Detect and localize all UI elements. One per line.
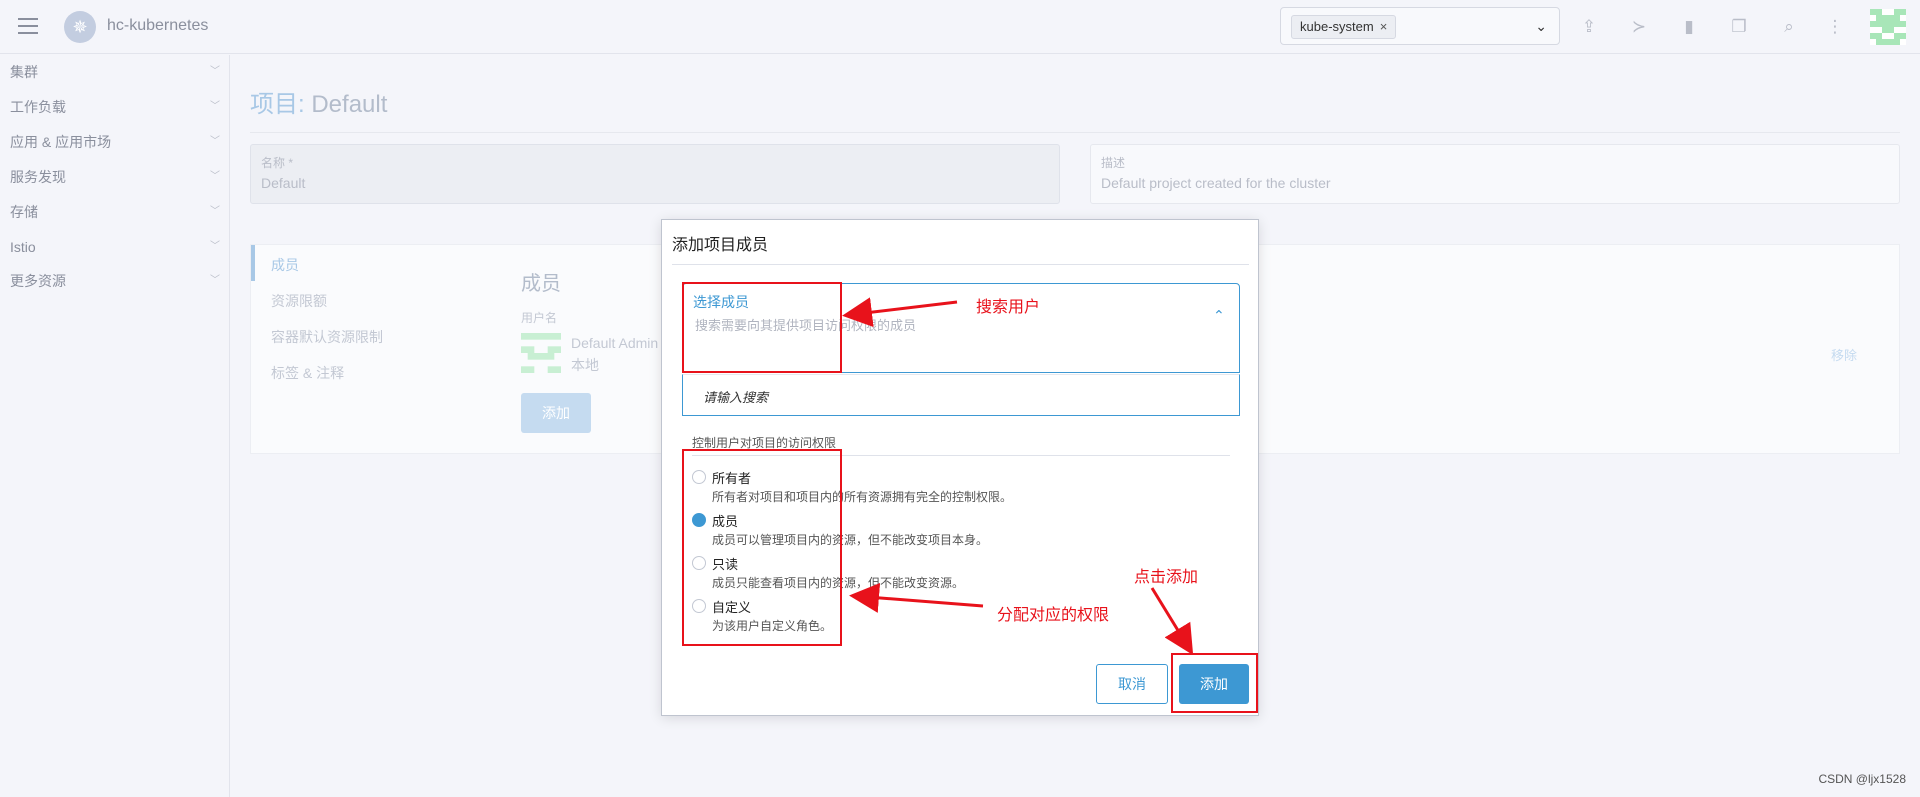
annotation-click-add: 点击添加	[1134, 569, 1199, 586]
chevron-down-icon: ﹀	[210, 171, 220, 182]
member-avatar	[521, 333, 561, 373]
sidebar-item-label: 应用 & 应用市场	[10, 134, 112, 150]
upload-icon[interactable]: ⇪	[1578, 16, 1600, 38]
kubernetes-logo-icon[interactable]: ✵	[64, 11, 96, 43]
annotation-assign-permission: 分配对应的权限	[997, 607, 1110, 624]
chevron-down-icon: ﹀	[210, 66, 220, 77]
page-title-prefix: 项目:	[250, 91, 305, 118]
tab-labels-annotations[interactable]: 标签 & 注释	[271, 363, 344, 383]
cancel-button[interactable]: 取消	[1096, 664, 1168, 704]
chevron-down-icon[interactable]: ⌄	[1535, 18, 1547, 35]
field-value: Default	[261, 175, 306, 191]
watermark: CSDN @ljx1528	[1818, 772, 1906, 786]
namespace-chip-label: kube-system	[1300, 19, 1374, 34]
member-search-dropdown[interactable]: 请输入搜索	[682, 374, 1240, 416]
page-title: 项目: Default	[250, 84, 387, 119]
divider	[250, 132, 1900, 133]
field-label: 描述	[1101, 156, 1126, 170]
username-column-label: 用户名	[521, 311, 558, 325]
namespace-select[interactable]: kube-system × ⌄	[1280, 7, 1560, 45]
page-title-name: Default	[311, 91, 388, 118]
members-heading: 成员	[521, 273, 561, 295]
sidebar-item-more-resources[interactable]: 更多资源 ﹀	[10, 269, 220, 293]
chevron-down-icon: ﹀	[210, 206, 220, 217]
namespace-chip-close-icon[interactable]: ×	[1380, 19, 1388, 34]
user-avatar[interactable]	[1870, 9, 1906, 45]
remove-member-link[interactable]: 移除	[1831, 345, 1857, 364]
chevron-down-icon: ﹀	[210, 241, 220, 252]
file-icon[interactable]: ▮	[1678, 16, 1700, 38]
namespace-chip: kube-system ×	[1291, 15, 1397, 39]
search-icon[interactable]: ⌕	[1778, 16, 1800, 38]
chevron-down-icon: ﹀	[210, 136, 220, 147]
member-name: Default Admin	[571, 335, 659, 351]
sidebar-item-label: 集群	[10, 64, 38, 80]
more-vertical-icon[interactable]: ⋮	[1824, 16, 1846, 38]
annotation-box-add-button	[1171, 653, 1258, 713]
annotation-search-user: 搜索用户	[976, 299, 1041, 316]
sidebar-item-label: 存储	[10, 204, 38, 220]
top-header: ✵ hc-kubernetes kube-system × ⌄ ⇪ ≻ ▮ ❐ ⌕…	[0, 0, 1920, 54]
annotation-box-permissions	[682, 449, 842, 646]
tab-resource-quota[interactable]: 资源限额	[271, 291, 327, 311]
sidebar-item-storage[interactable]: 存储 ﹀	[10, 200, 220, 224]
sidebar: 集群 ﹀ 工作负载 ﹀ 应用 & 应用市场 ﹀ 服务发现 ﹀ 存储 ﹀ Istio ﹀ 更多…	[0, 55, 230, 797]
sidebar-item-apps[interactable]: 应用 & 应用市场 ﹀	[10, 130, 220, 154]
sidebar-item-label: 服务发现	[10, 169, 66, 185]
sidebar-item-label: 工作负载	[10, 99, 66, 115]
annotation-box-select-member	[682, 282, 842, 373]
tab-members[interactable]: 成员	[271, 255, 299, 275]
field-label: 名称 *	[261, 156, 294, 170]
copy-icon[interactable]: ❐	[1728, 16, 1750, 38]
chevron-down-icon: ﹀	[210, 101, 220, 112]
dropdown-hint: 请输入搜索	[703, 390, 769, 405]
divider	[672, 264, 1249, 265]
sidebar-item-cluster[interactable]: 集群 ﹀	[10, 60, 220, 84]
add-member-button[interactable]: 添加	[521, 393, 591, 433]
terminal-icon[interactable]: ≻	[1628, 16, 1650, 38]
cluster-name[interactable]: hc-kubernetes	[107, 17, 208, 35]
sidebar-item-label: Istio	[10, 239, 36, 255]
sidebar-item-workloads[interactable]: 工作负载 ﹀	[10, 95, 220, 119]
chevron-down-icon: ﹀	[210, 275, 220, 286]
sidebar-item-label: 更多资源	[10, 273, 66, 289]
member-source: 本地	[571, 357, 599, 373]
project-name-field[interactable]: 名称 * Default	[250, 144, 1060, 204]
active-tab-indicator	[251, 245, 255, 281]
chevron-up-icon[interactable]: ⌄	[1213, 306, 1225, 323]
tab-container-default-limits[interactable]: 容器默认资源限制	[271, 327, 383, 347]
sidebar-item-service-discovery[interactable]: 服务发现 ﹀	[10, 165, 220, 189]
project-description-field[interactable]: 描述 Default project created for the clust…	[1090, 144, 1900, 204]
sidebar-item-istio[interactable]: Istio ﹀	[10, 235, 220, 259]
menu-icon[interactable]	[18, 18, 38, 34]
field-value: Default project created for the cluster	[1101, 175, 1331, 191]
dialog-title: 添加项目成员	[672, 237, 769, 254]
